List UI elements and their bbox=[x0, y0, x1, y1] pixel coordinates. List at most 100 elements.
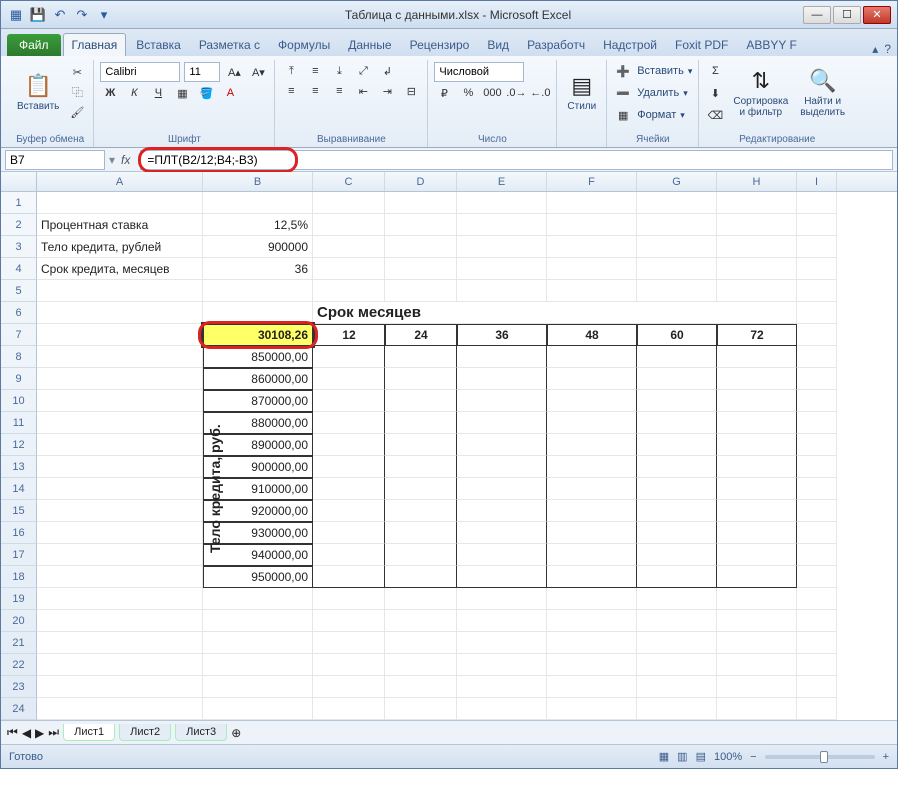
table-cell[interactable] bbox=[385, 544, 457, 566]
zoom-slider[interactable] bbox=[765, 755, 875, 759]
row-header[interactable]: 10 bbox=[1, 390, 37, 412]
row-header[interactable]: 4 bbox=[1, 258, 37, 280]
tab-insert[interactable]: Вставка bbox=[128, 34, 189, 56]
table-cell[interactable] bbox=[637, 566, 717, 588]
table-cell[interactable] bbox=[313, 412, 385, 434]
sheet-tab[interactable]: Лист1 bbox=[63, 724, 115, 741]
table-cell[interactable] bbox=[313, 478, 385, 500]
zoom-in-icon[interactable]: + bbox=[883, 751, 889, 763]
row-header[interactable]: 12 bbox=[1, 434, 37, 456]
new-sheet-icon[interactable]: ⊕ bbox=[231, 726, 241, 740]
format-label[interactable]: Формат bbox=[637, 109, 676, 121]
table-cell[interactable] bbox=[637, 346, 717, 368]
table-cell[interactable] bbox=[313, 456, 385, 478]
table-cell[interactable] bbox=[457, 412, 547, 434]
table-cell[interactable] bbox=[717, 544, 797, 566]
currency-icon[interactable]: ₽ bbox=[434, 84, 454, 102]
table-cell[interactable] bbox=[717, 390, 797, 412]
font-color-icon[interactable]: A bbox=[220, 84, 240, 102]
sheet-tab[interactable]: Лист3 bbox=[175, 724, 227, 741]
bold-button[interactable]: Ж bbox=[100, 84, 120, 102]
row-header[interactable]: 19 bbox=[1, 588, 37, 610]
find-select-button[interactable]: 🔍 Найти и выделить bbox=[796, 63, 849, 123]
table-cell[interactable] bbox=[717, 566, 797, 588]
row-header[interactable]: 23 bbox=[1, 676, 37, 698]
table-cell[interactable] bbox=[313, 544, 385, 566]
number-format-select[interactable] bbox=[434, 62, 524, 82]
table-cell[interactable] bbox=[547, 522, 637, 544]
select-all-corner[interactable] bbox=[1, 172, 37, 191]
row-header[interactable]: 15 bbox=[1, 500, 37, 522]
comma-icon[interactable]: 000 bbox=[482, 84, 502, 102]
table-cell[interactable] bbox=[313, 346, 385, 368]
table-cell[interactable] bbox=[547, 478, 637, 500]
col-header[interactable]: E bbox=[457, 172, 547, 191]
align-center-icon[interactable]: ≡ bbox=[305, 82, 325, 100]
wrap-text-icon[interactable]: ↲ bbox=[377, 62, 397, 80]
tab-view[interactable]: Вид bbox=[479, 34, 517, 56]
decrease-decimal-icon[interactable]: ←.0 bbox=[530, 84, 550, 102]
table-cell[interactable] bbox=[547, 368, 637, 390]
row-header[interactable]: 3 bbox=[1, 236, 37, 258]
table-cell[interactable] bbox=[637, 390, 717, 412]
table-cell[interactable] bbox=[457, 522, 547, 544]
tab-addins[interactable]: Надстрой bbox=[595, 34, 665, 56]
zoom-out-icon[interactable]: − bbox=[750, 751, 756, 763]
chevron-down-icon[interactable]: ▾ bbox=[683, 88, 688, 99]
file-tab[interactable]: Файл bbox=[7, 34, 61, 56]
fx-icon[interactable]: fx bbox=[115, 153, 136, 167]
view-pagelayout-icon[interactable]: ▥ bbox=[677, 750, 687, 763]
table-cell[interactable] bbox=[385, 390, 457, 412]
col-header[interactable]: D bbox=[385, 172, 457, 191]
input-label[interactable]: Тело кредита, рублей bbox=[37, 236, 203, 258]
table-cell[interactable] bbox=[637, 500, 717, 522]
body-value[interactable]: 850000,00 bbox=[203, 346, 313, 368]
row-header[interactable]: 9 bbox=[1, 368, 37, 390]
table-cell[interactable] bbox=[717, 368, 797, 390]
table-cell[interactable] bbox=[457, 390, 547, 412]
table-cell[interactable] bbox=[313, 434, 385, 456]
table-cell[interactable] bbox=[385, 346, 457, 368]
zoom-level[interactable]: 100% bbox=[714, 751, 742, 763]
col-header[interactable]: C bbox=[313, 172, 385, 191]
first-sheet-icon[interactable]: ⏮ bbox=[7, 725, 18, 740]
chevron-down-icon[interactable]: ▾ bbox=[688, 66, 693, 77]
align-left-icon[interactable]: ≡ bbox=[281, 82, 301, 100]
table-cell[interactable] bbox=[385, 434, 457, 456]
table-cell[interactable] bbox=[385, 456, 457, 478]
table-cell[interactable] bbox=[313, 522, 385, 544]
table-cell[interactable] bbox=[457, 368, 547, 390]
table-cell[interactable] bbox=[457, 434, 547, 456]
help-icon[interactable]: ? bbox=[884, 42, 891, 56]
insert-cells-icon[interactable]: ➕ bbox=[613, 62, 633, 80]
minimize-button[interactable]: — bbox=[803, 6, 831, 24]
decrease-font-icon[interactable]: A▾ bbox=[248, 63, 268, 81]
row-header[interactable]: 16 bbox=[1, 522, 37, 544]
table-cell[interactable] bbox=[717, 522, 797, 544]
table-cell[interactable] bbox=[385, 566, 457, 588]
table-cell[interactable] bbox=[457, 478, 547, 500]
table-cell[interactable] bbox=[717, 456, 797, 478]
month-header[interactable]: 48 bbox=[547, 324, 637, 346]
tab-home[interactable]: Главная bbox=[63, 33, 127, 56]
table-cell[interactable] bbox=[313, 500, 385, 522]
italic-button[interactable]: К bbox=[124, 84, 144, 102]
table-cell[interactable] bbox=[717, 346, 797, 368]
align-right-icon[interactable]: ≡ bbox=[329, 82, 349, 100]
font-name-select[interactable] bbox=[100, 62, 180, 82]
tab-data[interactable]: Данные bbox=[340, 34, 399, 56]
row-header[interactable]: 11 bbox=[1, 412, 37, 434]
month-header[interactable]: 36 bbox=[457, 324, 547, 346]
autosum-icon[interactable]: Σ bbox=[705, 62, 725, 80]
table-cell[interactable] bbox=[457, 500, 547, 522]
increase-font-icon[interactable]: A▴ bbox=[224, 63, 244, 81]
cell-b7-selected[interactable]: 30108,26 bbox=[203, 324, 313, 346]
input-value[interactable]: 36 bbox=[203, 258, 313, 280]
percent-icon[interactable]: % bbox=[458, 84, 478, 102]
table-cell[interactable] bbox=[717, 478, 797, 500]
table-cell[interactable] bbox=[457, 346, 547, 368]
table-cell[interactable] bbox=[717, 412, 797, 434]
table-cell[interactable] bbox=[547, 390, 637, 412]
tab-formulas[interactable]: Формулы bbox=[270, 34, 338, 56]
row-header[interactable]: 5 bbox=[1, 280, 37, 302]
